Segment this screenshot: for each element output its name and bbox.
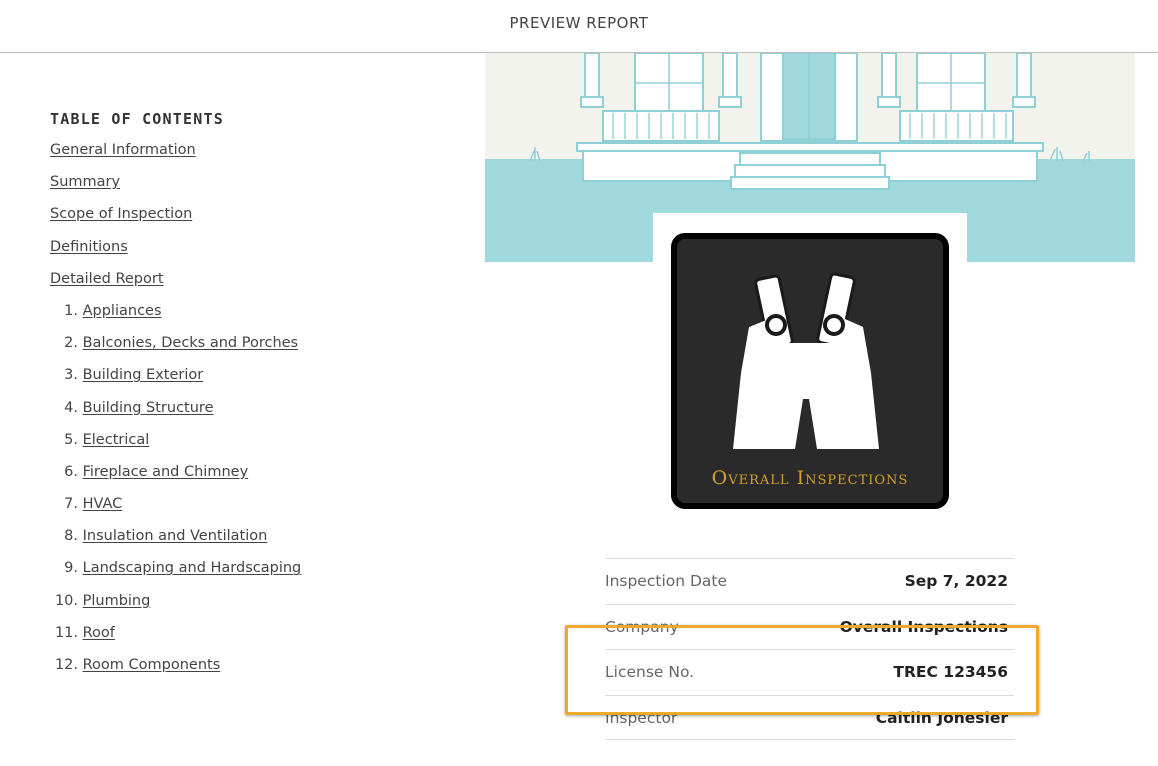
toc-link-room-components[interactable]: Room Components: [83, 657, 221, 673]
info-label: Inspector: [605, 708, 678, 727]
toc-heading: TABLE OF CONTENTS: [50, 110, 224, 128]
toc-link-landscaping[interactable]: Landscaping and Hardscaping: [83, 560, 302, 576]
page-title: PREVIEW REPORT: [509, 14, 649, 32]
company-logo-frame: Overall Inspections: [653, 213, 967, 518]
toc-section-item: 11. Roof: [54, 624, 115, 641]
toc-section-item: 1. Appliances: [64, 302, 162, 319]
toc-link-electrical[interactable]: Electrical: [83, 432, 150, 448]
logo-text: Overall Inspections: [711, 467, 909, 489]
toc-link-roof[interactable]: Roof: [83, 625, 115, 641]
toc-link-detailed-report[interactable]: Detailed Report: [50, 271, 164, 287]
toc-link-hvac[interactable]: HVAC: [83, 496, 123, 512]
info-label: Inspection Date: [605, 572, 728, 590]
toc-section-item: 9. Landscaping and Hardscaping: [64, 560, 302, 577]
toc-section-item: 4. Building Structure: [64, 399, 214, 416]
info-label: License No.: [605, 663, 695, 681]
toc-link-building-exterior[interactable]: Building Exterior: [83, 367, 204, 383]
toc-link-definitions[interactable]: Definitions: [50, 239, 128, 255]
toc-section-item: 6. Fireplace and Chimney: [64, 463, 249, 480]
info-row-inspection-date: Inspection Date Sep 7, 2022: [605, 558, 1014, 604]
info-row-license: License No. TREC 123456: [605, 649, 1014, 695]
info-value: TREC 123456: [893, 663, 1008, 681]
toc-section-item: 5. Electrical: [64, 431, 150, 448]
toc-link-balconies[interactable]: Balconies, Decks and Porches: [83, 335, 299, 351]
toc-section-item: 7. HVAC: [64, 496, 123, 513]
toc-link-appliances[interactable]: Appliances: [83, 303, 162, 319]
info-value: Caitlin Jonesier: [875, 708, 1008, 727]
toc-link-plumbing[interactable]: Plumbing: [83, 593, 151, 609]
info-value: Sep 7, 2022: [904, 572, 1008, 590]
overalls-icon: [733, 272, 879, 449]
table-of-contents: TABLE OF CONTENTS General Information Su…: [50, 110, 380, 689]
toc-link-scope-of-inspection[interactable]: Scope of Inspection: [50, 206, 192, 222]
top-bar: PREVIEW REPORT: [0, 0, 1158, 53]
report-info-table: Inspection Date Sep 7, 2022 Company Over…: [605, 558, 1014, 740]
toc-link-fireplace[interactable]: Fireplace and Chimney: [83, 464, 249, 480]
info-label: Company: [605, 617, 679, 636]
toc-link-general-information[interactable]: General Information: [50, 142, 196, 158]
company-logo: Overall Inspections: [671, 233, 949, 509]
info-row-company: Company Overall Inspections: [605, 603, 1014, 650]
toc-link-insulation[interactable]: Insulation and Ventilation: [83, 528, 268, 544]
info-value: Overall Inspections: [839, 617, 1008, 636]
toc-link-building-structure[interactable]: Building Structure: [83, 400, 214, 416]
toc-section-item: 12. Room Components: [54, 657, 221, 673]
toc-section-item: 2. Balconies, Decks and Porches: [64, 335, 299, 352]
info-row-inspector: Inspector Caitlin Jonesier: [605, 694, 1014, 740]
toc-section-item: 3. Building Exterior: [64, 367, 204, 384]
toc-section-item: 10. Plumbing: [54, 592, 151, 609]
toc-link-summary[interactable]: Summary: [50, 174, 120, 190]
toc-section-item: 8. Insulation and Ventilation: [64, 528, 268, 545]
